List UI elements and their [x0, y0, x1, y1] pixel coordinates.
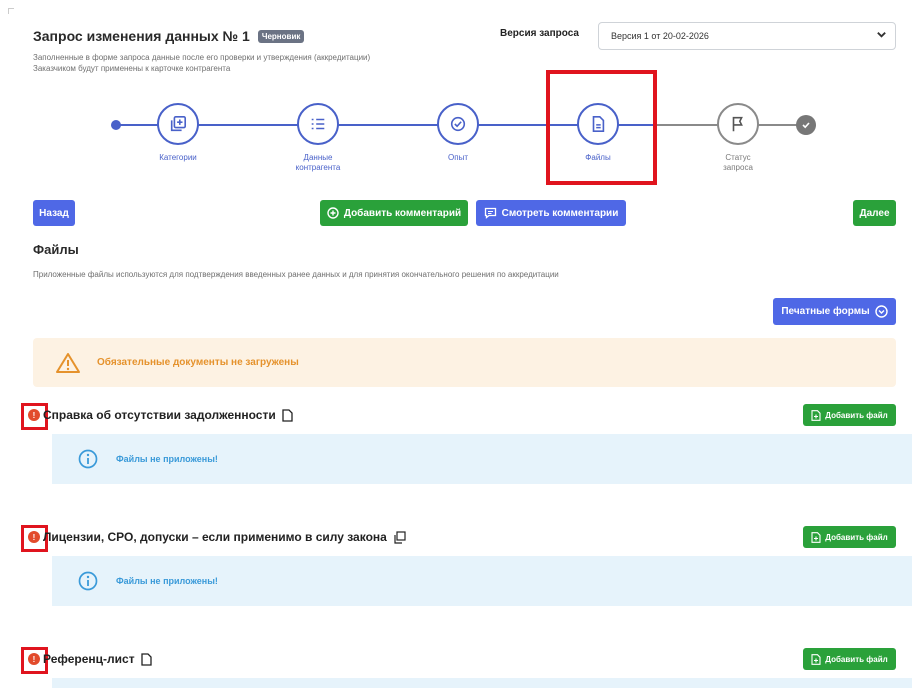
chevron-down-circle-icon: [874, 305, 888, 318]
check-circle-icon: [450, 116, 466, 132]
stepper-start-dot: [111, 120, 121, 130]
stepper-end-check-icon: [796, 115, 816, 135]
info-icon: [78, 449, 98, 469]
step-label-request-status: Статус запроса: [723, 153, 753, 172]
flag-icon: [732, 116, 743, 132]
print-forms-button[interactable]: Печатные формы: [773, 298, 896, 325]
warning-text: Обязательные документы не загружены: [97, 357, 299, 368]
info-icon: [78, 571, 98, 591]
plus-circle-icon: [327, 207, 339, 219]
no-files-text-1: Файлы не приложены!: [116, 454, 218, 464]
add-comment-button[interactable]: Добавить комментарий: [320, 200, 468, 226]
comment-icon: [484, 207, 496, 219]
no-files-info-1: Файлы не приложены!: [52, 434, 912, 484]
add-file-button-2[interactable]: Добавить файл: [803, 526, 896, 548]
subtitle-line-2: Заказчиком будут применены к карточке ко…: [33, 64, 231, 73]
document-title-2: Лицензии, СРО, допуски – если применимо …: [43, 530, 406, 544]
add-copy-icon: [170, 115, 187, 132]
highlight-box-files-step: [546, 70, 657, 185]
required-docs-warning: Обязательные документы не загружены: [33, 338, 896, 387]
step-label-experience: Опыт: [448, 153, 468, 162]
add-file-icon: [811, 409, 821, 421]
no-files-info-2: Файлы не приложены!: [52, 556, 912, 606]
add-file-label-1: Добавить файл: [825, 410, 888, 420]
no-files-info-3: [52, 678, 912, 688]
file-icon: [140, 652, 152, 666]
files-section-description: Приложенные файлы используются для подтв…: [33, 270, 559, 279]
file-icon: [282, 408, 293, 422]
progress-stepper: Категории Данные контрагента Опыт Файлы …: [0, 100, 912, 180]
add-file-icon: [811, 531, 821, 543]
version-select[interactable]: Версия 1 от 20-02-2026: [598, 22, 896, 50]
document-title-3-text: Референц-лист: [43, 652, 135, 666]
step-experience[interactable]: [437, 103, 479, 145]
step-label-categories: Категории: [159, 153, 197, 162]
files-section-title: Файлы: [33, 242, 79, 257]
page-title-text: Запрос изменения данных № 1: [33, 28, 250, 44]
print-forms-label: Печатные формы: [781, 306, 870, 317]
list-icon: [311, 118, 325, 130]
step-counterparty-data[interactable]: [297, 103, 339, 145]
warning-icon: [56, 352, 80, 373]
step-categories[interactable]: [157, 103, 199, 145]
add-file-label-2: Добавить файл: [825, 532, 888, 542]
status-badge: Черновик: [257, 29, 305, 43]
add-file-icon: [811, 653, 821, 665]
version-label: Версия запроса: [500, 28, 579, 39]
add-file-label-3: Добавить файл: [825, 654, 888, 664]
add-file-button-1[interactable]: Добавить файл: [803, 404, 896, 426]
no-files-text-2: Файлы не приложены!: [116, 576, 218, 586]
version-select-value: Версия 1 от 20-02-2026: [611, 31, 709, 41]
add-comment-label: Добавить комментарий: [343, 207, 462, 219]
page-subtitle: Заполненные в форме запроса данные после…: [33, 52, 453, 74]
step-request-status[interactable]: [717, 103, 759, 145]
document-title-3: Референц-лист: [43, 652, 152, 666]
next-button[interactable]: Далее: [853, 200, 896, 226]
page-title: Запрос изменения данных № 1 Черновик: [33, 28, 305, 44]
view-comments-label: Смотреть комментарии: [501, 207, 619, 219]
chevron-down-icon: [876, 29, 887, 43]
subtitle-line-1: Заполненные в форме запроса данные после…: [33, 53, 371, 62]
document-title-2-text: Лицензии, СРО, допуски – если применимо …: [43, 530, 387, 544]
add-file-button-3[interactable]: Добавить файл: [803, 648, 896, 670]
back-button[interactable]: Назад: [33, 200, 75, 226]
step-label-counterparty-data: Данные контрагента: [295, 153, 341, 172]
copy-icon: [394, 530, 406, 544]
view-comments-button[interactable]: Смотреть комментарии: [476, 200, 626, 226]
window-corner: [8, 8, 14, 14]
document-title-1-text: Справка об отсутствии задолженности: [43, 408, 276, 422]
document-title-1: Справка об отсутствии задолженности: [43, 408, 293, 422]
